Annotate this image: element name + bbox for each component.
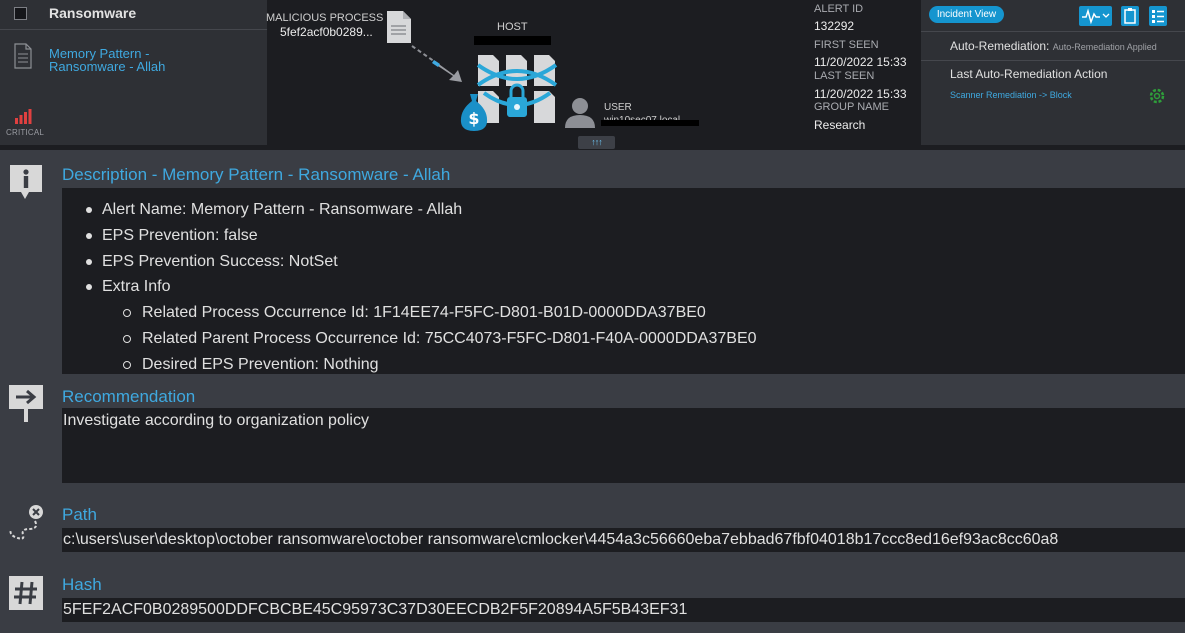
list-item: EPS Prevention: false <box>62 223 1185 249</box>
recommendation-title: Recommendation <box>62 387 196 406</box>
auto-remediation-value: Auto-Remediation Applied <box>1052 42 1157 52</box>
list-item: EPS Prevention Success: NotSet <box>62 249 1185 275</box>
process-name[interactable]: 5fef2acf0b0289... <box>280 25 373 39</box>
group-name-value: Research <box>814 118 866 132</box>
first-seen-label: FIRST SEEN <box>814 39 879 51</box>
user-icon <box>565 98 595 128</box>
host-label: HOST <box>497 21 528 33</box>
list-item: Alert Name: Memory Pattern - Ransomware … <box>62 197 1185 223</box>
remediation-panel: Incident View Auto-Remediation: Auto-Rem… <box>921 0 1185 145</box>
process-file-icon[interactable] <box>386 10 412 44</box>
list-subitem: Related Process Occurrence Id: 1F14EE74-… <box>62 300 1185 326</box>
attack-arrow-icon <box>411 45 462 82</box>
alert-title: Ransomware <box>49 5 137 21</box>
divider <box>921 60 1185 61</box>
svg-text:$: $ <box>468 109 479 128</box>
list-item: Extra Info <box>62 274 1185 300</box>
hash-title: Hash <box>62 575 102 594</box>
info-icon <box>10 165 42 199</box>
recommendation-text: Investigate according to organization po… <box>62 408 1185 483</box>
last-seen-label: LAST SEEN <box>814 70 875 82</box>
description-title: Description - Memory Pattern - Ransomwar… <box>62 165 451 184</box>
select-checkbox[interactable] <box>14 7 27 20</box>
gear-icon[interactable] <box>1148 87 1166 105</box>
path-title: Path <box>62 505 97 524</box>
description-list: Alert Name: Memory Pattern - Ransomware … <box>62 188 1185 374</box>
alert-rule-link[interactable]: Memory Pattern - Ransomware - Allah <box>49 47 199 73</box>
severity-bars-icon <box>15 109 32 124</box>
hash-value: 5FEF2ACF0B0289500DDFCBCBE45C95973C37D30E… <box>62 598 1185 622</box>
auto-remediation-status: Auto-Remediation: Auto-Remediation Appli… <box>950 39 1157 53</box>
path-value: c:\users\user\desktop\october ransomware… <box>62 528 1185 552</box>
host-name-redacted <box>474 36 551 45</box>
activity-dropdown-button[interactable] <box>1079 6 1112 26</box>
alert-id-value: 132292 <box>814 19 855 33</box>
auto-remediation-label: Auto-Remediation: <box>950 39 1050 53</box>
divider <box>921 31 1185 32</box>
severity-label: CRITICAL <box>6 128 45 137</box>
last-seen-value: 11/20/2022 15:33 <box>814 87 907 101</box>
pulse-icon <box>1082 8 1110 25</box>
expand-graph-button[interactable]: ↑↑↑ <box>578 136 615 149</box>
money-bag-icon: $ <box>460 94 488 131</box>
clipboard-button[interactable] <box>1121 6 1139 26</box>
alert-id-label: ALERT ID <box>814 3 864 15</box>
last-action-link[interactable]: Scanner Remediation -> Block <box>950 90 1072 100</box>
signpost-arrow-icon <box>9 385 43 422</box>
incident-view-button[interactable]: Incident View <box>929 6 1004 23</box>
user-name-redacted <box>601 120 699 126</box>
list-icon <box>1152 10 1164 23</box>
user-label: USER <box>604 102 632 113</box>
first-seen-value: 11/20/2022 15:33 <box>814 55 907 69</box>
last-action-label: Last Auto-Remediation Action <box>950 67 1108 81</box>
path-route-icon <box>9 505 43 540</box>
description-body: Alert Name: Memory Pattern - Ransomware … <box>62 188 1185 374</box>
list-subitem: Related Parent Process Occurrence Id: 75… <box>62 326 1185 352</box>
hash-icon <box>9 576 43 610</box>
alert-header: Ransomware Memory Pattern - Ransomware -… <box>0 0 1185 150</box>
clipboard-icon <box>1124 8 1136 24</box>
list-view-button[interactable] <box>1149 6 1167 26</box>
list-subitem: Desired EPS Prevention: Nothing <box>62 352 1185 374</box>
document-icon <box>14 43 32 69</box>
alert-title-bar: Ransomware <box>0 0 267 30</box>
group-name-label: GROUP NAME <box>814 101 889 113</box>
process-label: MALICIOUS PROCESS <box>266 12 384 24</box>
alert-summary-panel: Ransomware Memory Pattern - Ransomware -… <box>0 0 267 145</box>
